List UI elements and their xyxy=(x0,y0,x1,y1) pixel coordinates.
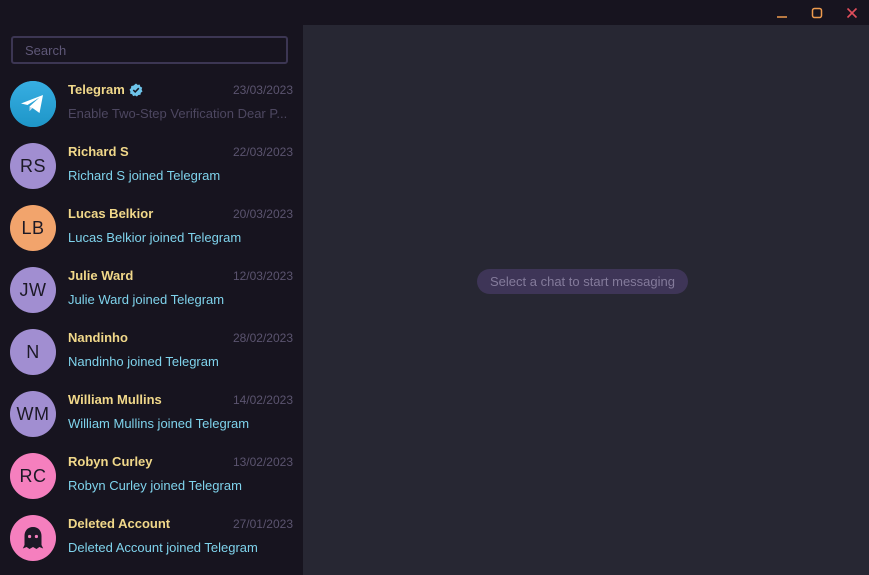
chat-preview: William Mullins joined Telegram xyxy=(68,416,250,431)
minimize-button[interactable] xyxy=(765,0,799,25)
search-input[interactable] xyxy=(13,38,286,62)
avatar: LB xyxy=(10,205,56,251)
chat-name: Lucas Belkior xyxy=(68,206,154,221)
chat-item-robyn-curley[interactable]: RC Robyn Curley 13/02/2023 Robyn Curley … xyxy=(0,449,303,511)
chat-item-richard-s[interactable]: RS Richard S 22/03/2023 Richard S joined… xyxy=(0,139,303,201)
chat-item-deleted-account[interactable]: Deleted Account 27/01/2023 Deleted Accou… xyxy=(0,511,303,573)
empty-chat-message: Select a chat to start messaging xyxy=(477,269,688,294)
chat-date: 22/03/2023 xyxy=(232,145,293,159)
chat-date: 23/03/2023 xyxy=(232,83,293,97)
chat-name: William Mullins xyxy=(68,392,162,407)
chat-name: Richard S xyxy=(68,144,129,159)
chat-date: 28/02/2023 xyxy=(232,331,293,345)
close-icon xyxy=(846,7,858,18)
chat-sidebar: Telegram 23/03/2023 Enable Two-Step Veri… xyxy=(0,25,303,575)
chat-date: 27/01/2023 xyxy=(232,517,293,531)
chat-name: Robyn Curley xyxy=(68,454,153,469)
chat-preview: Deleted Account joined Telegram xyxy=(68,540,258,555)
chat-item-william-mullins[interactable]: WM William Mullins 14/02/2023 William Mu… xyxy=(0,387,303,449)
chat-preview: Richard S joined Telegram xyxy=(68,168,221,183)
chat-date: 12/03/2023 xyxy=(232,269,293,283)
telegram-icon xyxy=(10,81,56,127)
maximize-button[interactable] xyxy=(800,0,834,25)
ghost-icon xyxy=(22,527,44,549)
window-title-bar xyxy=(0,0,869,25)
avatar: N xyxy=(10,329,56,375)
avatar: WM xyxy=(10,391,56,437)
chat-item-telegram[interactable]: Telegram 23/03/2023 Enable Two-Step Veri… xyxy=(0,77,303,139)
chat-name: Julie Ward xyxy=(68,268,134,283)
avatar: JW xyxy=(10,267,56,313)
search-box[interactable] xyxy=(11,36,288,64)
chat-date: 14/02/2023 xyxy=(232,393,293,407)
avatar: RC xyxy=(10,453,56,499)
chat-date: 13/02/2023 xyxy=(232,455,293,469)
avatar xyxy=(10,81,56,127)
chat-preview: Enable Two-Step Verification Dear P... xyxy=(68,106,288,121)
verified-badge-icon xyxy=(129,83,143,96)
chat-item-nandinho[interactable]: N Nandinho 28/02/2023 Nandinho joined Te… xyxy=(0,325,303,387)
chat-preview: Julie Ward joined Telegram xyxy=(68,292,225,307)
chat-name: Telegram xyxy=(68,82,143,97)
chat-preview: Robyn Curley joined Telegram xyxy=(68,478,242,493)
chat-preview: Nandinho joined Telegram xyxy=(68,354,219,369)
chat-name: Deleted Account xyxy=(68,516,171,531)
avatar xyxy=(10,515,56,561)
chat-date: 20/03/2023 xyxy=(232,207,293,221)
chat-name: Nandinho xyxy=(68,330,128,345)
avatar: RS xyxy=(10,143,56,189)
chat-item-julie-ward[interactable]: JW Julie Ward 12/03/2023 Julie Ward join… xyxy=(0,263,303,325)
chat-panel: Select a chat to start messaging xyxy=(303,25,869,575)
chat-list: Telegram 23/03/2023 Enable Two-Step Veri… xyxy=(0,77,303,573)
chat-preview: Lucas Belkior joined Telegram xyxy=(68,230,242,245)
maximize-icon xyxy=(811,7,823,18)
chat-item-lucas-belkior[interactable]: LB Lucas Belkior 20/03/2023 Lucas Belkio… xyxy=(0,201,303,263)
close-button[interactable] xyxy=(835,0,869,25)
minimize-icon xyxy=(777,15,787,18)
